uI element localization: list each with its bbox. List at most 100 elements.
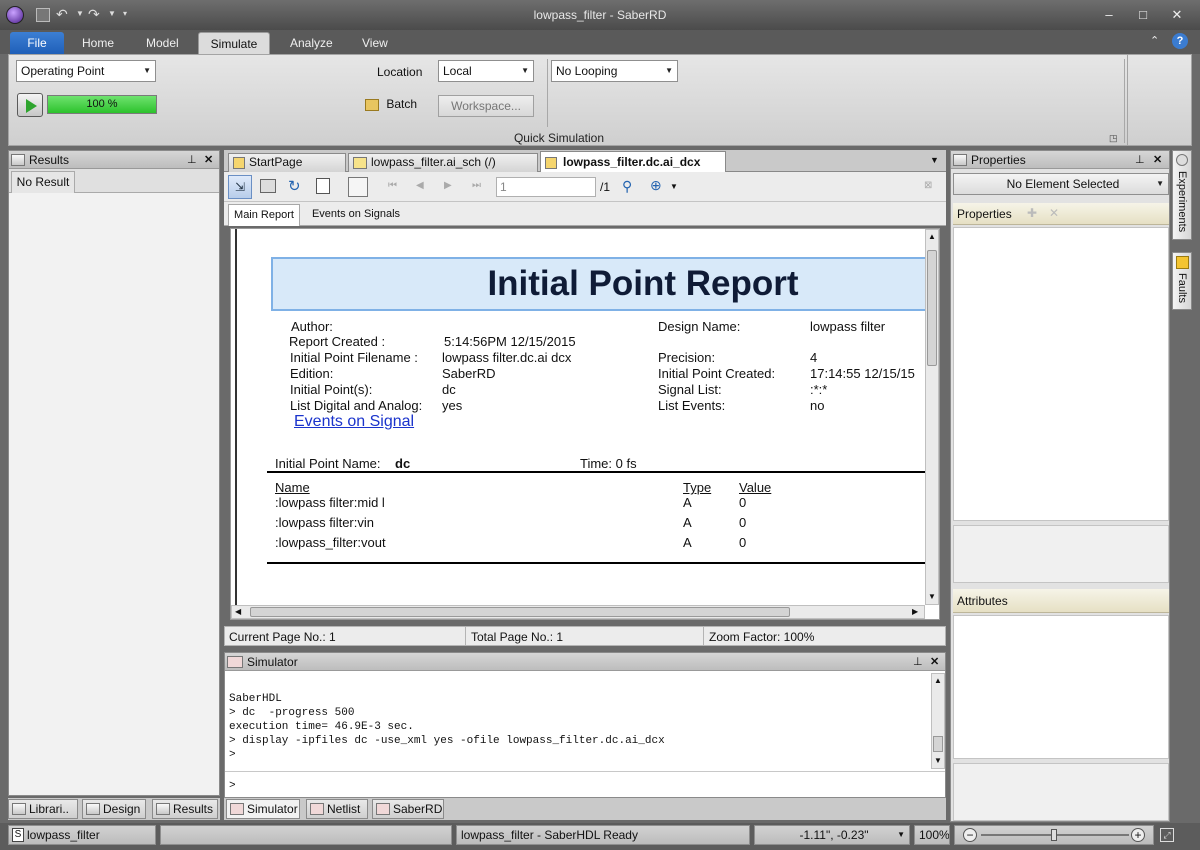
prev-page-icon[interactable]: ◀ — [416, 180, 424, 191]
tab-no-result[interactable]: No Result — [11, 171, 75, 193]
properties-tab[interactable]: Properties — [957, 207, 1012, 221]
close-icon[interactable]: ✕ — [1153, 151, 1162, 169]
close-button[interactable]: ✕ — [1166, 6, 1188, 24]
tree-icon[interactable] — [348, 177, 368, 197]
tab-libraries[interactable]: Librari.. — [8, 799, 78, 819]
zoom-slider-thumb[interactable] — [1051, 829, 1057, 841]
side-tab-faults[interactable]: Faults — [1172, 252, 1192, 310]
status-coordinates[interactable]: -1.11", -0.23" ▼ — [754, 825, 910, 845]
tab-startpage-label: StartPage — [249, 155, 303, 169]
toolbar-close-icon[interactable]: ⊠ — [924, 180, 932, 191]
first-page-icon[interactable]: ⏮ — [388, 180, 397, 191]
tab-home[interactable]: Home — [72, 32, 124, 54]
close-icon[interactable]: ✕ — [930, 653, 939, 671]
tab-simulate[interactable]: Simulate — [198, 32, 270, 54]
events-on-signal-link[interactable]: Events on Signal — [294, 413, 414, 431]
scroll-down-icon[interactable]: ▼ — [928, 592, 936, 601]
tab-file[interactable]: File — [10, 32, 64, 54]
print-icon[interactable] — [260, 179, 276, 193]
minimize-button[interactable]: – — [1098, 6, 1120, 24]
export-icon[interactable]: ⇲ — [228, 175, 252, 199]
tab-view[interactable]: View — [352, 32, 398, 54]
tab-saberrd[interactable]: SaberRD — [372, 799, 444, 819]
side-tab-experiments[interactable]: Experiments — [1172, 150, 1192, 240]
pin-icon[interactable]: ⊥ — [187, 151, 197, 169]
horizontal-scrollbar[interactable]: ◀ ▶ — [231, 605, 925, 619]
simulator-scrollbar[interactable]: ▲ ▼ — [931, 673, 945, 769]
tab-list-dropdown-icon[interactable]: ▼ — [930, 155, 939, 165]
find-icon[interactable]: ⚲ — [622, 178, 632, 195]
status-empty — [160, 825, 452, 845]
location-label: Location — [377, 65, 423, 79]
simulator-icon — [227, 656, 243, 668]
element-select[interactable]: No Element Selected ▼ — [953, 173, 1169, 195]
properties-panel-title: Properties — [971, 153, 1026, 167]
zoom-icon[interactable]: ⊕ — [650, 177, 662, 194]
location-select[interactable]: Local ▼ — [438, 60, 534, 82]
tab-results[interactable]: Results — [152, 799, 218, 819]
field-label: Author: — [291, 319, 333, 334]
dialog-launcher-icon[interactable]: ◳ — [1109, 133, 1118, 144]
tab-report[interactable]: lowpass_filter.dc.ai_dcx — [540, 151, 726, 173]
scroll-down-icon[interactable]: ▼ — [934, 756, 942, 765]
scroll-left-icon[interactable]: ◀ — [235, 607, 241, 616]
fit-window-icon[interactable]: ⤢ — [1160, 828, 1174, 842]
copy-icon[interactable] — [316, 178, 330, 194]
saber-icon: S — [12, 828, 24, 842]
cell-value: 0 — [739, 495, 747, 510]
analysis-select[interactable]: Operating Point ▼ — [16, 60, 156, 82]
tab-design[interactable]: Design — [82, 799, 146, 819]
close-icon[interactable]: ✕ — [204, 151, 213, 169]
field-label: Initial Point Filename : — [290, 350, 418, 365]
zoom-in-icon[interactable]: + — [1131, 828, 1145, 842]
field-label: Initial Point(s): — [290, 382, 373, 397]
attributes-header: Attributes — [953, 589, 1169, 613]
looping-select[interactable]: No Looping ▼ — [551, 60, 678, 82]
add-icon[interactable]: ✚ — [1027, 206, 1037, 220]
scroll-thumb[interactable] — [927, 250, 937, 366]
refresh-icon[interactable]: ↻ — [288, 177, 301, 195]
cell-type: A — [683, 535, 692, 550]
field-value: dc — [442, 382, 456, 397]
help-icon[interactable]: ? — [1172, 33, 1188, 49]
page-status-bar: Current Page No.: 1 Total Page No.: 1 Zo… — [224, 626, 946, 646]
scroll-thumb[interactable] — [933, 736, 943, 752]
tab-analyze[interactable]: Analyze — [280, 32, 343, 54]
progress-bar: 100 % — [47, 95, 157, 114]
simulator-icon — [230, 803, 244, 815]
maximize-button[interactable]: □ — [1132, 6, 1154, 24]
tab-startpage[interactable]: StartPage — [228, 153, 346, 172]
workspace-button[interactable]: Workspace... — [438, 95, 534, 117]
batch-button[interactable]: Batch — [365, 97, 433, 117]
scroll-up-icon[interactable]: ▲ — [934, 676, 942, 685]
zoom-dropdown-icon[interactable]: ▼ — [670, 182, 678, 191]
hscroll-thumb[interactable] — [250, 607, 790, 617]
field-label: Initial Point Created: — [658, 366, 776, 381]
zoom-out-icon[interactable]: − — [963, 828, 977, 842]
next-page-icon[interactable]: ▶ — [444, 180, 452, 191]
pin-icon[interactable]: ⊥ — [913, 653, 923, 671]
pin-icon[interactable]: ⊥ — [1135, 151, 1145, 169]
tab-simulator[interactable]: Simulator — [226, 799, 300, 819]
tab-schematic[interactable]: lowpass_filter.ai_sch (/) — [348, 153, 538, 172]
remove-icon[interactable]: ✕ — [1049, 206, 1059, 220]
tab-saberrd-label: SaberRD — [393, 802, 443, 816]
ribbon-right-area — [1128, 54, 1192, 146]
tab-report-label: lowpass_filter.dc.ai_dcx — [563, 155, 701, 169]
tab-events-on-signals[interactable]: Events on Signals — [304, 204, 408, 226]
tab-main-report[interactable]: Main Report — [228, 204, 300, 226]
looping-select-value: No Looping — [556, 64, 618, 78]
page-number-input[interactable] — [496, 177, 596, 197]
run-button[interactable] — [17, 93, 43, 117]
command-input[interactable]: > — [225, 771, 945, 797]
scroll-right-icon[interactable]: ▶ — [912, 607, 918, 616]
tab-model[interactable]: Model — [136, 32, 189, 54]
zoom-slider[interactable]: − + — [954, 825, 1154, 845]
col-value-header: Value — [739, 480, 772, 495]
last-page-icon[interactable]: ⏭ — [472, 180, 481, 191]
results-icon — [156, 803, 170, 815]
scroll-up-icon[interactable]: ▲ — [928, 232, 936, 241]
vertical-scrollbar[interactable]: ▲ ▼ — [925, 229, 939, 605]
ribbon-collapse-icon[interactable]: ⌃ — [1150, 34, 1159, 47]
tab-netlist[interactable]: Netlist — [306, 799, 368, 819]
